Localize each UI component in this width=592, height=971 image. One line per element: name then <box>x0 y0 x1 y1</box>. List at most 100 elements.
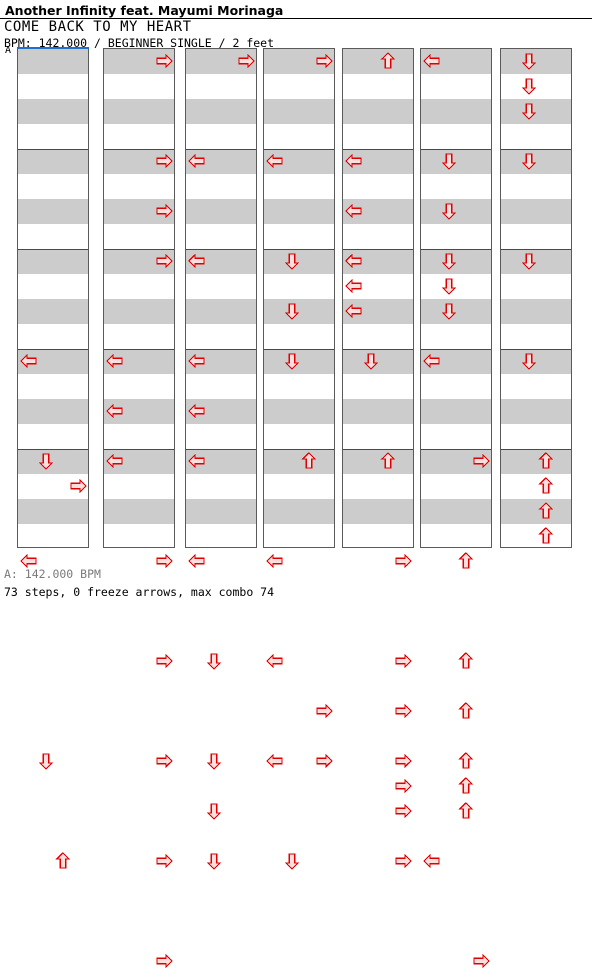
down-arrow-icon <box>204 651 224 671</box>
up-arrow-icon <box>456 701 476 721</box>
chart-beat-row <box>421 124 491 149</box>
right-arrow-icon <box>314 51 334 71</box>
chart-beat-row <box>421 424 491 449</box>
down-arrow-icon <box>204 851 224 871</box>
chart-beat-row <box>343 224 413 249</box>
down-arrow-icon <box>519 76 539 96</box>
chart-beat-row <box>343 99 413 124</box>
down-arrow-icon <box>204 751 224 771</box>
chart-beat-row <box>501 374 571 399</box>
left-arrow-icon <box>187 151 207 171</box>
left-arrow-icon <box>265 551 285 571</box>
chart-beat-row <box>501 324 571 349</box>
chart-beat-row <box>421 399 491 424</box>
down-arrow-icon <box>519 351 539 371</box>
chart-beat-row <box>18 374 88 399</box>
right-arrow-icon <box>393 551 413 571</box>
chart-beat-row <box>421 324 491 349</box>
chart-beat-row <box>186 274 256 299</box>
chart-beat-row <box>104 499 174 524</box>
chart-beat-row <box>501 424 571 449</box>
chart-beat-row <box>186 424 256 449</box>
down-arrow-icon <box>36 751 56 771</box>
chart-beat-row <box>421 74 491 99</box>
chart-beat-row <box>264 399 334 424</box>
chart-beat-row <box>18 74 88 99</box>
chart-beat-row <box>104 99 174 124</box>
up-arrow-icon <box>378 451 398 471</box>
left-arrow-icon <box>265 151 285 171</box>
chart-beat-row <box>421 374 491 399</box>
right-arrow-icon <box>154 551 174 571</box>
down-arrow-icon <box>282 301 302 321</box>
down-arrow-icon <box>36 451 56 471</box>
chart-beat-row <box>343 124 413 149</box>
chart-beat-row <box>264 99 334 124</box>
chart-beat-row <box>186 99 256 124</box>
up-arrow-icon <box>536 501 556 521</box>
up-arrow-icon <box>456 751 476 771</box>
up-arrow-icon <box>456 551 476 571</box>
left-arrow-icon <box>187 251 207 271</box>
right-arrow-icon <box>154 751 174 771</box>
chart-beat-row <box>104 424 174 449</box>
left-arrow-icon <box>187 551 207 571</box>
right-arrow-icon <box>393 801 413 821</box>
right-arrow-icon <box>314 701 334 721</box>
chart-beat-row <box>421 174 491 199</box>
chart-beat-row <box>421 499 491 524</box>
chart-beat-row <box>501 299 571 324</box>
chart-column <box>17 47 89 869</box>
left-arrow-icon <box>344 201 364 221</box>
chart-beat-row <box>104 524 174 549</box>
down-arrow-icon <box>439 276 459 296</box>
chart-beat-row <box>343 324 413 349</box>
down-arrow-icon <box>282 251 302 271</box>
chart-beat-row <box>264 224 334 249</box>
left-arrow-icon <box>19 351 39 371</box>
right-arrow-icon <box>154 851 174 871</box>
left-arrow-icon <box>265 751 285 771</box>
up-arrow-icon <box>299 451 319 471</box>
chart-beat-row <box>264 199 334 224</box>
chart-beat-row <box>18 199 88 224</box>
chart-beat-row <box>104 374 174 399</box>
left-arrow-icon <box>344 276 364 296</box>
down-arrow-icon <box>439 301 459 321</box>
chart-beat-row <box>343 399 413 424</box>
left-arrow-icon <box>105 451 125 471</box>
stepchart-grid <box>0 0 592 969</box>
down-arrow-icon <box>519 251 539 271</box>
chart-beat-row <box>18 424 88 449</box>
down-arrow-icon <box>282 351 302 371</box>
left-arrow-icon <box>422 851 442 871</box>
chart-beat-row <box>104 124 174 149</box>
chart-beat-row <box>501 174 571 199</box>
left-arrow-icon <box>344 151 364 171</box>
right-arrow-icon <box>236 51 256 71</box>
up-arrow-icon <box>456 776 476 796</box>
up-arrow-icon <box>456 651 476 671</box>
chart-beat-row <box>186 324 256 349</box>
down-arrow-icon <box>439 151 459 171</box>
chart-beat-row <box>186 174 256 199</box>
chart-beat-row <box>264 124 334 149</box>
left-arrow-icon <box>105 401 125 421</box>
chart-beat-row <box>264 274 334 299</box>
right-arrow-icon <box>393 651 413 671</box>
chart-beat-row <box>186 524 256 549</box>
chart-beat-row <box>18 324 88 349</box>
footer-stats: 73 steps, 0 freeze arrows, max combo 74 <box>4 585 275 599</box>
up-arrow-icon <box>536 526 556 546</box>
chart-beat-row <box>186 474 256 499</box>
chart-beat-row <box>18 524 88 549</box>
chart-beat-row <box>104 324 174 349</box>
chart-beat-row <box>264 424 334 449</box>
chart-column <box>185 48 257 870</box>
down-arrow-icon <box>439 251 459 271</box>
chart-beat-row <box>421 474 491 499</box>
chart-beat-row <box>18 399 88 424</box>
chart-beat-row <box>18 99 88 124</box>
right-arrow-icon <box>393 751 413 771</box>
left-arrow-icon <box>422 51 442 71</box>
